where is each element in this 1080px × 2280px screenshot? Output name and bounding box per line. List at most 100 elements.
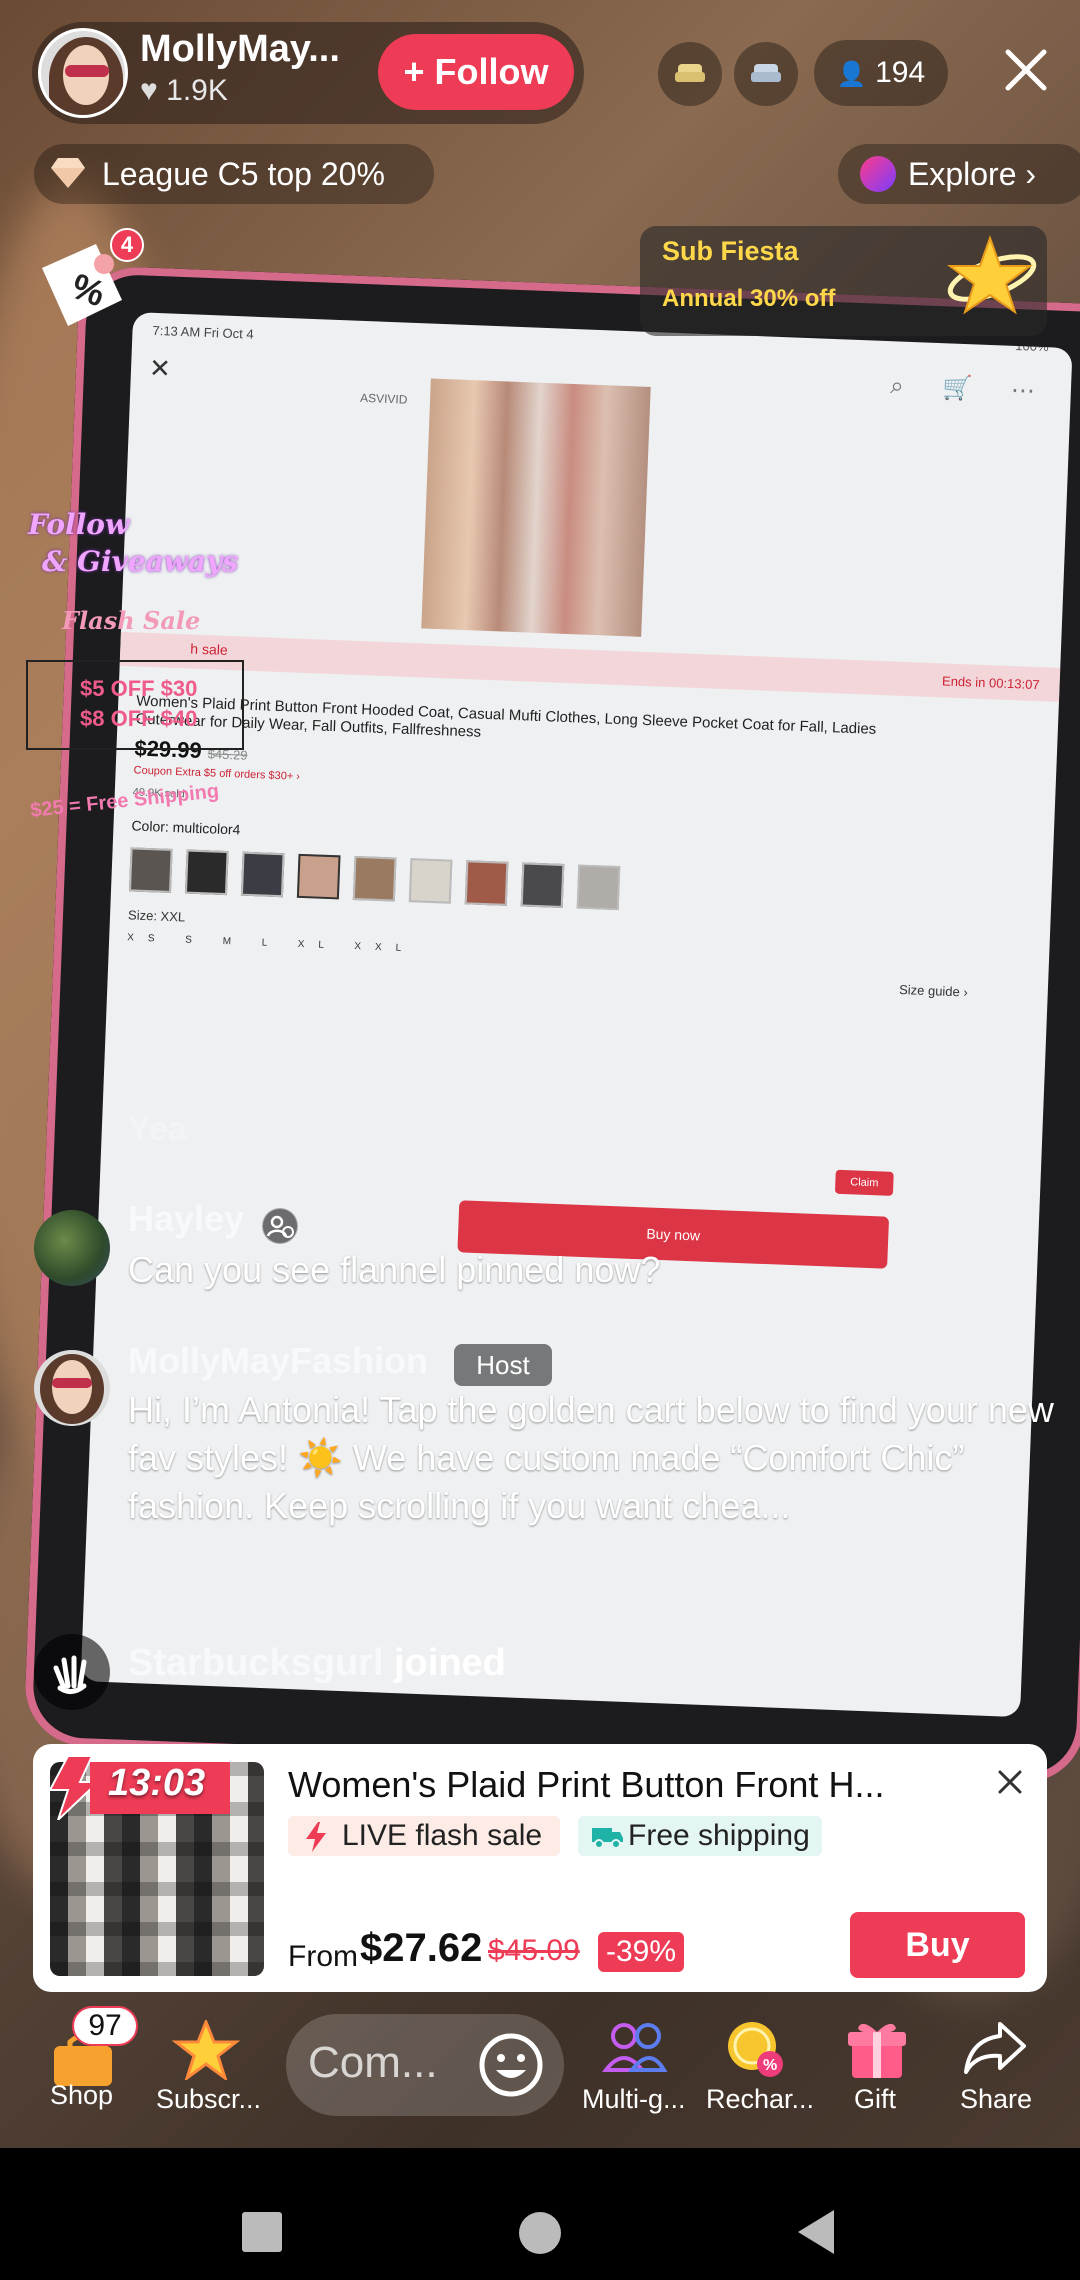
follow-button[interactable]: + Follow — [378, 34, 574, 110]
shop-count-badge: 97 — [72, 2006, 138, 2046]
tablet-brand: ASVIVID — [359, 390, 408, 407]
lightning-icon — [306, 1822, 326, 1852]
tablet-flash-label: h sale — [190, 640, 228, 658]
gift-icon — [848, 2023, 906, 2078]
chat-username[interactable]: MollyMayFashion — [128, 1340, 428, 1382]
multi-guest-icon — [602, 2023, 668, 2072]
close-icon[interactable] — [998, 42, 1054, 98]
sticker-offer-1: $5 OFF $30 — [80, 676, 198, 701]
subscribe-button[interactable]: Subscr... — [150, 2014, 262, 2124]
original-price: $45.09 — [488, 1934, 580, 1967]
close-icon[interactable] — [992, 1764, 1028, 1800]
discount-percent: -39% — [598, 1932, 685, 1972]
share-button[interactable]: Share — [940, 2014, 1050, 2124]
svg-text:%: % — [763, 2057, 777, 2074]
subscribe-label: Subscr... — [156, 2084, 262, 2114]
chat-faded-message: Yea — [128, 1110, 187, 1148]
tablet-swatch — [128, 847, 173, 893]
shop-label: Shop — [50, 2080, 114, 2110]
tablet-swatch — [352, 855, 397, 902]
back-icon[interactable] — [796, 2208, 836, 2256]
sub-fiesta-title: Sub Fiesta — [662, 236, 799, 266]
tablet-product-photo — [421, 378, 651, 637]
truck-icon — [592, 1828, 623, 1849]
viewer-count[interactable]: 👤 194 — [814, 40, 948, 106]
recent-apps-icon[interactable] — [242, 2212, 282, 2252]
tablet-swatch — [296, 853, 341, 900]
tablet-swatch — [408, 858, 453, 904]
sub-fiesta-subtitle: Annual 30% off — [662, 285, 836, 312]
league-pill[interactable]: League C5 top 20% — [34, 144, 434, 204]
tablet-swatch — [240, 851, 285, 898]
chat-message-text: Hi, I’m Antonia! Tap the golden cart bel… — [128, 1389, 1054, 1526]
host-likes-count: 1.9K — [166, 74, 228, 107]
tablet-color-label: Color: multicolor4 — [131, 817, 241, 838]
tablet-size-guide: Size guide › — [898, 981, 969, 1000]
tablet-claim: Claim — [834, 1169, 894, 1196]
tablet-flash-bar — [119, 631, 1061, 702]
comment-placeholder: Com... — [308, 2038, 438, 2087]
home-icon[interactable] — [519, 2212, 561, 2254]
sticker-offer-2: $8 OFF $40 — [80, 706, 198, 731]
star-icon — [947, 235, 1037, 315]
flash-timer: 13:03 — [108, 1762, 206, 1804]
coin-icon: % — [728, 2022, 783, 2077]
price-prefix: From — [288, 1940, 358, 1973]
sticker-offer-box — [26, 660, 244, 750]
share-arrow-icon — [964, 2022, 1026, 2074]
tablet-size-label: Size: XXL — [127, 907, 186, 925]
chat-avatar[interactable] — [34, 1210, 110, 1286]
sticker-follow: Follow — [28, 508, 130, 541]
host-likes: ♥ 1.9K — [140, 74, 228, 108]
gifter-seat-2[interactable] — [734, 42, 798, 106]
host-avatar[interactable] — [38, 28, 128, 118]
tablet-close-icon: ✕ — [148, 352, 172, 384]
gifter-seat-1[interactable] — [658, 42, 722, 106]
user-badge-icon — [262, 1208, 298, 1244]
gift-button[interactable]: Gift — [822, 2014, 932, 2124]
host-name[interactable]: MollyMay... — [140, 28, 340, 71]
star-icon — [171, 2020, 240, 2080]
waving-hand-icon — [34, 1634, 110, 1710]
chat-username[interactable]: Hayley — [128, 1198, 244, 1240]
join-action: joined — [394, 1642, 506, 1684]
sticker-giveaways: & Giveaways — [42, 545, 239, 578]
viewer-count-value: 194 — [875, 56, 926, 89]
share-label: Share — [960, 2084, 1033, 2114]
product-title[interactable]: Women's Plaid Print Button Front H... — [288, 1764, 948, 1806]
person-icon: 👤 — [836, 61, 867, 88]
chat-avatar[interactable] — [34, 1350, 110, 1426]
discount-count-badge: 4 — [110, 228, 144, 262]
heart-icon: ♥ — [140, 74, 158, 107]
tablet-swatch — [184, 849, 229, 896]
emoji-icon[interactable] — [478, 2032, 544, 2098]
armchair-icon — [751, 64, 781, 82]
chat-message-text: Can you see flannel pinned now? — [128, 1249, 661, 1290]
join-username[interactable]: Starbucksgurl — [128, 1642, 384, 1685]
diamond-icon — [51, 158, 85, 188]
tablet-product-title: Women's Plaid Print Button Front Hooded … — [135, 692, 877, 741]
tablet-swatch — [520, 862, 565, 909]
product-price: $27.62 — [360, 1926, 483, 1970]
tablet-battery: 100% — [1015, 337, 1049, 355]
live-flash-sale-badge: LIVE flash sale — [288, 1816, 561, 1856]
sticker-flash-sale: Flash Sale — [62, 606, 201, 635]
tablet-swatch — [464, 860, 509, 906]
gift-label: Gift — [854, 2084, 897, 2114]
recharge-label: Rechar... — [706, 2084, 815, 2114]
planet-icon — [860, 156, 896, 192]
chevron-right-icon: › — [1025, 156, 1037, 192]
tablet-status-time: 7:13 AM Fri Oct 4 — [152, 322, 254, 342]
tablet-toolbar-icons: ⌕ 🛒 ⋯ — [889, 372, 1052, 406]
host-tag: Host — [454, 1344, 552, 1386]
multi-guest-label: Multi-g... — [582, 2084, 686, 2114]
buy-button[interactable]: Buy — [850, 1912, 1025, 1978]
armchair-icon — [675, 64, 705, 82]
multi-guest-button[interactable]: Multi-g... — [580, 2014, 690, 2124]
tablet-size-options: XS S M L XL XXL — [126, 932, 416, 955]
tablet-swatch — [576, 864, 621, 911]
league-label: League C5 top 20% — [102, 156, 385, 192]
tablet-device: 7:13 AM Fri Oct 4 100% ✕ ⌕ 🛒 ⋯ ASVIVID h… — [23, 265, 1080, 1785]
system-nav-bar — [0, 2148, 1080, 2280]
recharge-button[interactable]: % Rechar... — [700, 2014, 814, 2124]
